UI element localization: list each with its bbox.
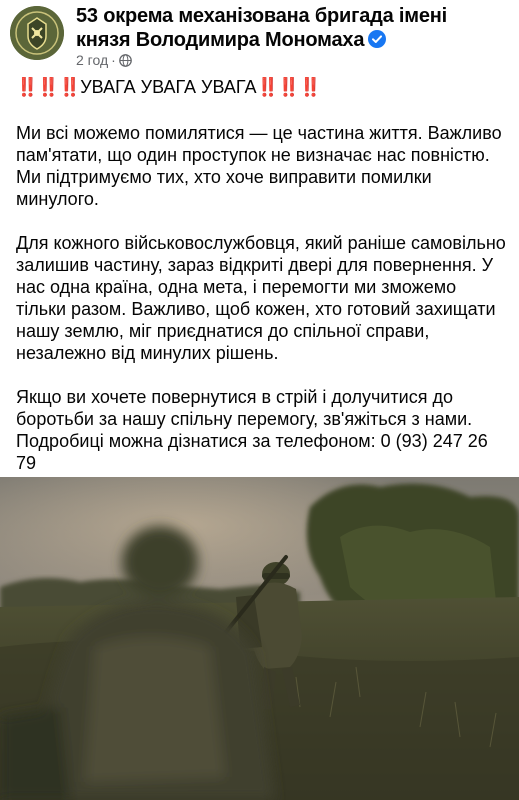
post-header: 53 окрема механізована бригада імені кня… [0,0,519,75]
post-meta: 2 год · [76,52,132,68]
verified-badge-icon [368,30,387,48]
post-paragraph: Ми всі можемо помилятися — це частина жи… [16,123,502,209]
facebook-post: 53 окрема механізована бригада імені кня… [0,0,519,800]
post-timestamp[interactable]: 2 год [76,52,108,68]
post-paragraph: Якщо ви хочете повернутися в стрій і дол… [16,387,488,473]
post-headline: ‼️‼️‼️УВАГА УВАГА УВАГА‼️‼️‼️ [16,76,322,98]
meta-separator: · [111,52,116,68]
post-body: Ми всі можемо помилятися — це частина жи… [16,122,511,496]
page-name[interactable]: 53 окрема механізована бригада імені кня… [76,4,506,52]
post-photo[interactable] [0,477,519,800]
headline-text: УВАГА УВАГА УВАГА [80,77,257,97]
post-paragraph: Для кожного військовослужбовця, який ран… [16,233,506,363]
alert-marks-start: ‼️‼️‼️ [16,77,81,97]
brigade-emblem-icon [10,6,64,60]
page-name-text[interactable]: 53 окрема механізована бригада імені кня… [76,5,447,51]
soldiers-in-field-image [0,477,519,800]
globe-icon[interactable] [118,53,132,67]
alert-marks-end: ‼️‼️‼️ [256,77,321,97]
page-avatar[interactable] [10,6,64,60]
